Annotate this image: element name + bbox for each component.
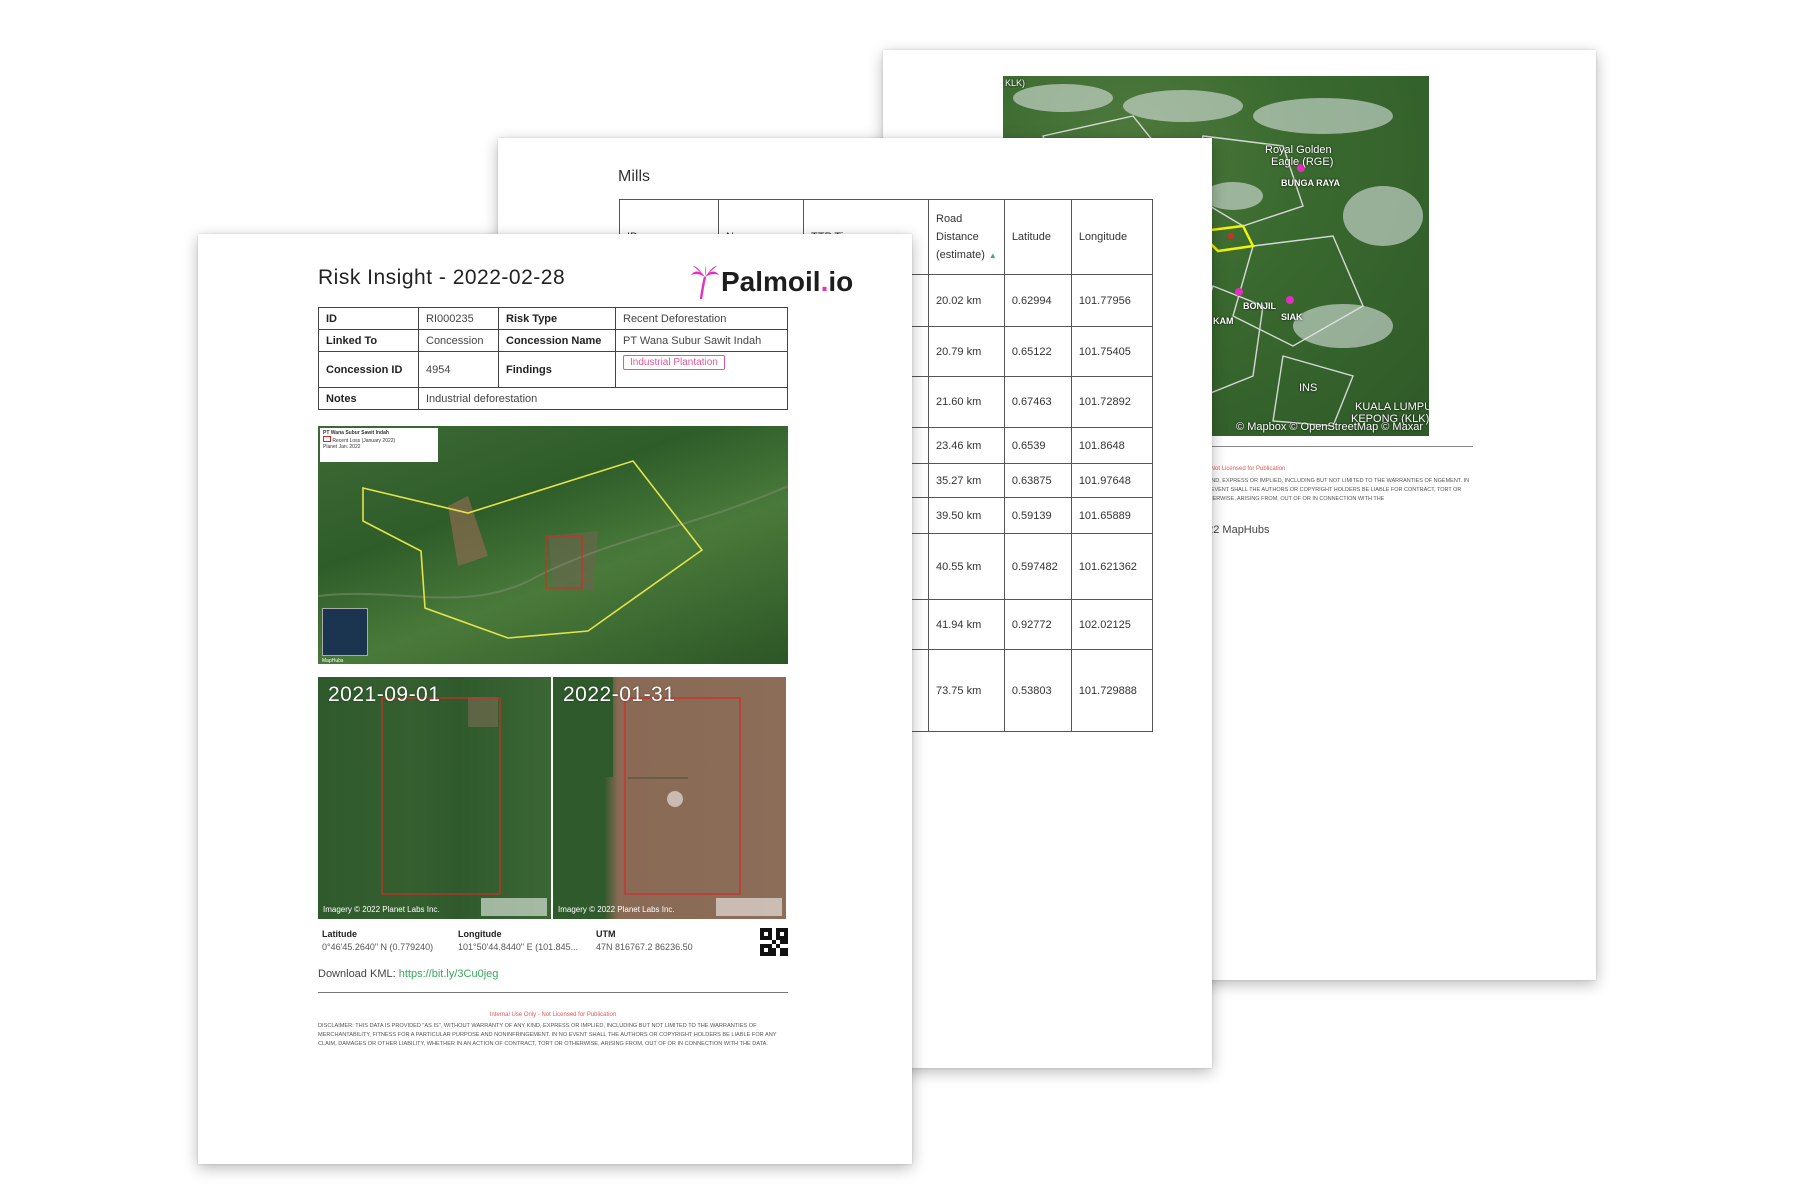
road-distance-cell: 20.79 km — [928, 326, 1005, 377]
map-label: BUNGA RAYA — [1281, 178, 1341, 188]
longitude-cell: 101.621362 — [1070, 533, 1153, 600]
locator-inset-map — [322, 608, 368, 656]
after-overlay — [553, 677, 741, 895]
longitude-label: Longitude — [458, 929, 502, 939]
road-distance-cell: 41.94 km — [928, 599, 1005, 650]
latitude-cell: 0.6539 — [1003, 427, 1072, 464]
concession-id-label: Concession ID — [318, 351, 419, 388]
latitude-cell: 0.92772 — [1003, 599, 1072, 650]
column-header-road-distance[interactable]: Road Distance (estimate) ▲ — [928, 199, 1005, 275]
notes-value: Industrial deforestation — [418, 387, 788, 410]
kml-label: Download KML: — [318, 968, 396, 980]
before-date: 2021-09-01 — [328, 683, 441, 706]
findings-label: Findings — [498, 351, 616, 388]
id-label: ID — [318, 307, 419, 330]
latitude-cell: 0.63875 — [1003, 463, 1072, 498]
longitude-cell: 101.72892 — [1070, 376, 1153, 428]
latitude-value: 0°46'45.2640" N (0.779240) — [322, 942, 434, 952]
before-overlay — [381, 697, 501, 895]
latitude-cell: 0.67463 — [1003, 376, 1072, 428]
after-imagery: 2022-01-31 Imagery © 2022 Planet Labs In… — [553, 677, 786, 919]
linked-to-label: Linked To — [318, 329, 419, 352]
page-title: Risk Insight - 2022-02-28 — [318, 266, 566, 289]
palm-tree-icon — [691, 265, 719, 299]
scale-bar — [481, 898, 547, 916]
longitude-cell: 101.75405 — [1070, 326, 1153, 377]
kml-link[interactable]: https://bit.ly/3Cu0jeg — [399, 968, 499, 980]
utm-label: UTM — [596, 929, 616, 939]
longitude-cell: 102.02125 — [1070, 599, 1153, 650]
risk-type-label: Risk Type — [498, 307, 616, 330]
map-label: Eagle (RGE) — [1271, 156, 1334, 168]
id-value: RI000235 — [418, 307, 499, 330]
longitude-cell: 101.65889 — [1070, 497, 1153, 534]
concession-name-label: Concession Name — [498, 329, 616, 352]
table-row: Concession ID 4954 Findings Industrial P… — [318, 351, 788, 388]
map-label: KUALA LUMPUR — [1355, 401, 1429, 413]
map-label: SIAK — [1281, 312, 1303, 322]
map-label: BONJIL — [1243, 301, 1277, 311]
longitude-cell: 101.729888 — [1070, 649, 1153, 732]
road-distance-cell: 21.60 km — [928, 376, 1005, 428]
column-header-latitude[interactable]: Latitude — [1003, 199, 1072, 275]
risk-info-table: ID RI000235 Risk Type Recent Deforestati… — [318, 307, 788, 410]
road-distance-cell: 73.75 km — [928, 649, 1005, 732]
longitude-value: 101°50'44.8440" E (101.845... — [458, 942, 579, 952]
table-row: Linked To Concession Concession Name PT … — [318, 329, 788, 352]
after-date: 2022-01-31 — [563, 683, 676, 706]
longitude-cell: 101.77956 — [1070, 274, 1153, 327]
map-label: KLK) — [1005, 78, 1026, 88]
risk-type-value: Recent Deforestation — [615, 307, 788, 330]
concession-id-value: 4954 — [418, 351, 499, 388]
notes-label: Notes — [318, 387, 419, 410]
mills-title: Mills — [618, 168, 650, 185]
map-label: KAM — [1213, 316, 1234, 326]
concession-overview-map: PT Wana Subur Sawit Indah Recent Loss (J… — [318, 426, 788, 664]
palmoil-logo: Palmoil.io — [691, 262, 853, 302]
findings-cell: Industrial Plantation — [615, 351, 788, 388]
road-distance-label: Road Distance (estimate) — [936, 212, 985, 261]
overview-legend: PT Wana Subur Sawit Indah Recent Loss (J… — [320, 428, 438, 462]
download-kml: Download KML: https://bit.ly/3Cu0jeg — [318, 968, 498, 980]
concession-name-value: PT Wana Subur Sawit Indah — [615, 329, 788, 352]
road-distance-cell: 40.55 km — [928, 533, 1005, 600]
disclaimer: Y KIND, EXPRESS OR IMPLIED, INCLUDING BU… — [1201, 478, 1470, 502]
latitude-cell: 0.65122 — [1003, 326, 1072, 377]
before-attribution: Imagery © 2022 Planet Labs Inc. — [323, 905, 440, 914]
latitude-cell: 0.62994 — [1003, 274, 1072, 327]
latitude-cell: 0.59139 — [1003, 497, 1072, 534]
latitude-cell: 0.53803 — [1003, 649, 1072, 732]
maphubs-logo: MapHubs — [322, 658, 344, 664]
road-distance-cell: 23.46 km — [928, 427, 1005, 464]
after-attribution: Imagery © 2022 Planet Labs Inc. — [558, 905, 675, 914]
map-label: INS — [1299, 382, 1318, 394]
qr-code-icon[interactable] — [760, 928, 788, 956]
legend-item-loss: Recent Loss (January 2022) — [323, 436, 435, 444]
table-row: ID RI000235 Risk Type Recent Deforestati… — [318, 307, 788, 330]
linked-to-value: Concession — [418, 329, 499, 352]
road-distance-cell: 39.50 km — [928, 497, 1005, 534]
logo-text: Palmoil.io — [721, 266, 854, 297]
disclaimer: DISCLAIMER: THIS DATA IS PROVIDED "AS IS… — [318, 1023, 777, 1047]
road-distance-cell: 20.02 km — [928, 274, 1005, 327]
divider — [318, 992, 788, 993]
latitude-label: Latitude — [322, 929, 357, 939]
latitude-cell: 0.597482 — [1003, 533, 1072, 600]
road-distance-cell: 35.27 km — [928, 463, 1005, 498]
legend-item-imagery: Planet Jan. 2022 — [323, 444, 361, 450]
before-imagery: 2021-09-01 Imagery © 2022 Planet Labs In… — [318, 677, 551, 919]
column-header-longitude[interactable]: Longitude — [1070, 199, 1153, 275]
sort-ascending-icon[interactable]: ▲ — [989, 251, 997, 260]
internal-use-note: Internal Use Only - Not Licensed for Pub… — [489, 1012, 617, 1018]
map-attribution: © Mapbox © OpenStreetMap © Maxar — [1236, 421, 1423, 433]
scale-bar — [716, 898, 782, 916]
utm-value: 47N 816767.2 86236.50 — [596, 942, 693, 952]
longitude-cell: 101.8648 — [1070, 427, 1153, 464]
map-label: Royal Golden — [1265, 144, 1332, 156]
findings-badge: Industrial Plantation — [623, 355, 725, 370]
report-page-risk-insight: Risk Insight - 2022-02-28 Palmoil.io ID … — [198, 234, 912, 1164]
longitude-cell: 101.97648 — [1070, 463, 1153, 498]
internal-use-note: ly - Not Licensed for Publication — [1201, 466, 1286, 472]
table-row: Notes Industrial deforestation — [318, 387, 788, 410]
